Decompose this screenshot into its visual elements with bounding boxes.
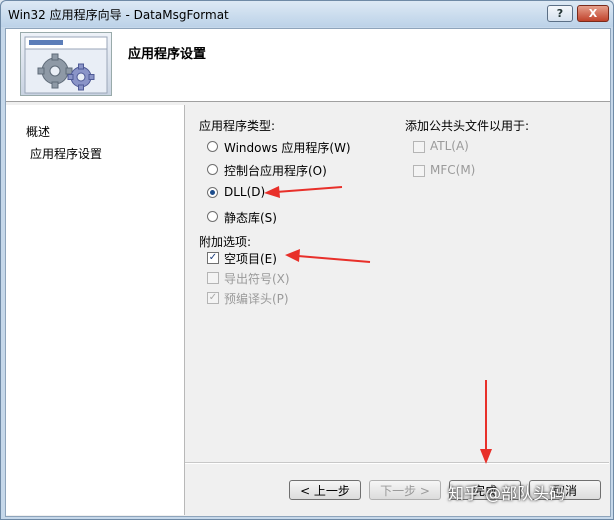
title-bar[interactable]: Win32 应用程序向导 - DataMsgFormat ? X xyxy=(1,1,613,27)
nav-item-app-settings[interactable]: 应用程序设置 xyxy=(30,145,102,162)
checkbox-precompiled-header[interactable]: ✓ xyxy=(207,292,219,304)
checkbox-atl-label: ATL(A) xyxy=(430,139,469,153)
settings-panel: 应用程序类型: Windows 应用程序(W) 控制台应用程序(O) DLL(D… xyxy=(185,105,609,515)
radio-dll[interactable] xyxy=(207,187,218,198)
wizard-header: 应用程序设置 xyxy=(6,29,610,102)
common-headers-heading: 添加公共头文件以用于: xyxy=(405,119,530,133)
window-title: Win32 应用程序向导 - DataMsgFormat xyxy=(8,8,229,22)
radio-static-lib[interactable] xyxy=(207,211,218,222)
extra-options-heading: 附加选项: xyxy=(199,235,252,249)
radio-console-app-label[interactable]: 控制台应用程序(O) xyxy=(224,162,327,179)
watermark-text: 知乎 @部队头码 xyxy=(448,484,566,503)
wizard-body: 应用程序设置 概述 应用程序设置 应用程序类型: Windows 应用程序(W)… xyxy=(5,28,611,517)
nav-item-overview[interactable]: 概述 xyxy=(26,123,50,140)
radio-windows-app[interactable] xyxy=(207,141,218,152)
help-button[interactable]: ? xyxy=(547,5,573,22)
app-type-heading: 应用程序类型: xyxy=(199,119,276,133)
checkbox-empty-project-label[interactable]: 空项目(E) xyxy=(224,250,277,267)
gears-icon xyxy=(24,36,108,94)
wizard-window: Win32 应用程序向导 - DataMsgFormat ? X 应用程序设置 … xyxy=(0,0,614,520)
close-button[interactable]: X xyxy=(577,5,609,22)
checkbox-export-symbols-label: 导出符号(X) xyxy=(224,272,290,286)
checkbox-empty-project[interactable]: ✓ xyxy=(207,252,219,264)
wizard-nav: 概述 应用程序设置 xyxy=(6,105,185,515)
page-title: 应用程序设置 xyxy=(128,47,207,62)
next-button[interactable]: 下一步 > xyxy=(369,480,441,500)
checkbox-export-symbols[interactable] xyxy=(207,272,219,284)
wizard-banner-image xyxy=(20,32,112,96)
radio-console-app[interactable] xyxy=(207,164,218,175)
radio-windows-app-label[interactable]: Windows 应用程序(W) xyxy=(224,139,351,156)
checkbox-mfc-label: MFC(M) xyxy=(430,163,476,177)
checkbox-precompiled-header-label: 预编译头(P) xyxy=(224,292,289,306)
button-separator xyxy=(185,462,609,464)
checkbox-mfc[interactable] xyxy=(413,165,425,177)
prev-button[interactable]: < 上一步 xyxy=(289,480,361,500)
radio-static-lib-label[interactable]: 静态库(S) xyxy=(224,209,277,226)
checkbox-atl[interactable] xyxy=(413,141,425,153)
radio-dll-label[interactable]: DLL(D) xyxy=(224,185,265,199)
